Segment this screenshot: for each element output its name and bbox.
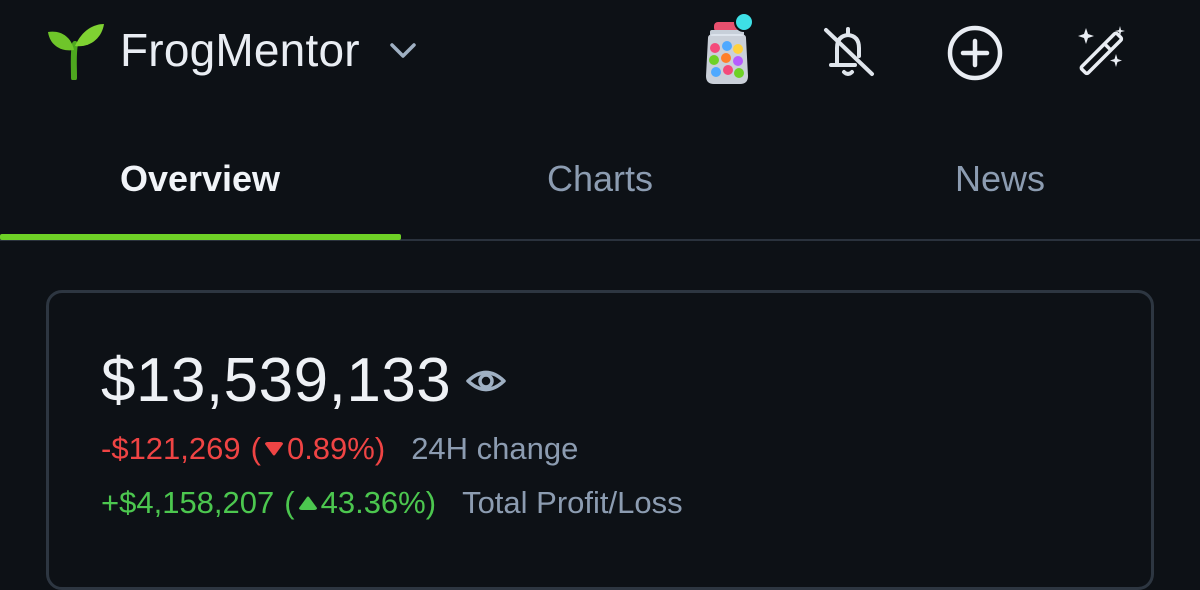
chevron-down-icon <box>390 43 416 58</box>
change-24h-amount: -$121,269 <box>101 431 241 466</box>
candy-jar-button[interactable] <box>700 12 762 88</box>
tab-charts[interactable]: Charts <box>400 138 800 240</box>
total-pl-open-paren: ( <box>284 485 295 520</box>
total-balance: $13,539,133 <box>101 346 452 415</box>
total-pl-percent: 43.36%) <box>320 485 437 520</box>
total-pl-label: Total Profit/Loss <box>462 485 683 520</box>
bell-off-icon <box>824 27 874 76</box>
top-bar: FrogMentor <box>0 0 1200 110</box>
total-pl-row: +$4,158,207 ( 43.36%) Total Profit/Loss <box>101 485 683 521</box>
notifications-button[interactable] <box>818 24 878 80</box>
magic-button[interactable] <box>1072 24 1130 82</box>
portfolio-summary-card: $13,539,133 -$121,269 ( 0.89%) 24H chang… <box>46 290 1154 590</box>
change-24h-label: 24H change <box>411 431 579 466</box>
workspace-switcher[interactable]: FrogMentor <box>44 18 420 82</box>
eye-icon[interactable] <box>465 360 507 402</box>
app-name: FrogMentor <box>120 24 360 76</box>
triangle-down-icon <box>264 442 283 456</box>
total-pl-amount: +$4,158,207 <box>101 485 275 520</box>
tab-overview[interactable]: Overview <box>0 138 400 240</box>
sprout-icon <box>48 24 104 80</box>
change-24h-row: -$121,269 ( 0.89%) 24H change <box>101 431 578 467</box>
change-24h-open-paren: ( <box>250 431 261 466</box>
candy-jar-icon <box>706 12 754 84</box>
magic-wand-icon <box>1078 26 1125 76</box>
change-24h-percent: 0.89%) <box>286 431 386 466</box>
tab-bar: Overview Charts News <box>0 138 1200 242</box>
add-button[interactable] <box>946 24 1004 82</box>
tab-news[interactable]: News <box>800 138 1200 240</box>
plus-circle-icon <box>947 25 1003 81</box>
triangle-up-icon <box>298 496 317 510</box>
balance-row: $13,539,133 <box>101 345 507 416</box>
active-tab-indicator <box>0 234 401 240</box>
